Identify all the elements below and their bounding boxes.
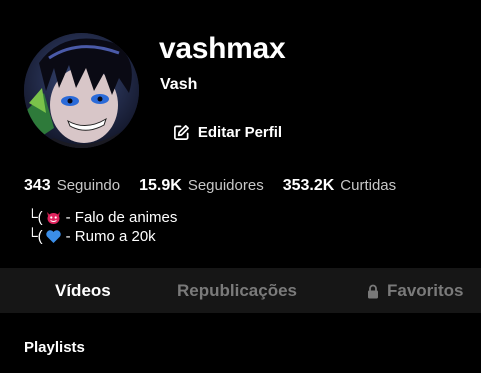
red-devil-emoji-icon <box>46 212 60 224</box>
bio-line: └( - Falo de animes <box>27 208 177 227</box>
stat-followers[interactable]: 15.9K Seguidores <box>139 177 264 195</box>
profile-display-name: Vash <box>160 76 198 93</box>
bio-prefix: └( <box>27 228 43 245</box>
bio-text: - Falo de animes <box>65 209 178 226</box>
tab-videos-label: Vídeos <box>55 281 111 300</box>
tab-reposts-label: Republicações <box>177 281 297 300</box>
stat-followers-value: 15.9K <box>139 177 182 194</box>
profile-tabs: Vídeos Republicações Favoritos <box>0 268 481 313</box>
profile-stats: 343 Seguindo 15.9K Seguidores 353.2K Cur… <box>24 177 415 195</box>
stat-following-value: 343 <box>24 177 51 194</box>
avatar-image <box>24 33 139 148</box>
bio-line: └( - Rumo a 20k <box>27 227 177 246</box>
tab-reposts[interactable]: Republicações <box>177 281 297 301</box>
tab-videos[interactable]: Vídeos <box>55 281 111 301</box>
stat-likes-label: Curtidas <box>340 177 397 194</box>
profile-bio: └( - Falo de animes └( - Rumo a 20k <box>27 208 177 246</box>
profile-username: vashmax <box>159 32 286 65</box>
stat-following[interactable]: 343 Seguindo <box>24 177 120 195</box>
bio-prefix: └( <box>27 209 43 226</box>
stat-followers-label: Seguidores <box>187 177 264 194</box>
profile-avatar[interactable] <box>24 33 139 148</box>
playlists-heading: Playlists <box>24 339 85 356</box>
bio-text: - Rumo a 20k <box>65 228 156 245</box>
edit-profile-label: Editar Perfil <box>197 123 283 141</box>
edit-icon <box>173 124 189 140</box>
blue-heart-emoji-icon <box>45 230 61 243</box>
edit-profile-button[interactable]: Editar Perfil <box>159 113 296 151</box>
lock-icon <box>368 284 378 298</box>
tab-favorites-label: Favoritos <box>387 281 464 300</box>
stat-following-label: Seguindo <box>56 177 121 194</box>
stat-likes: 353.2K Curtidas <box>283 177 396 195</box>
stat-likes-value: 353.2K <box>282 177 335 194</box>
tab-favorites[interactable]: Favoritos <box>366 281 464 301</box>
